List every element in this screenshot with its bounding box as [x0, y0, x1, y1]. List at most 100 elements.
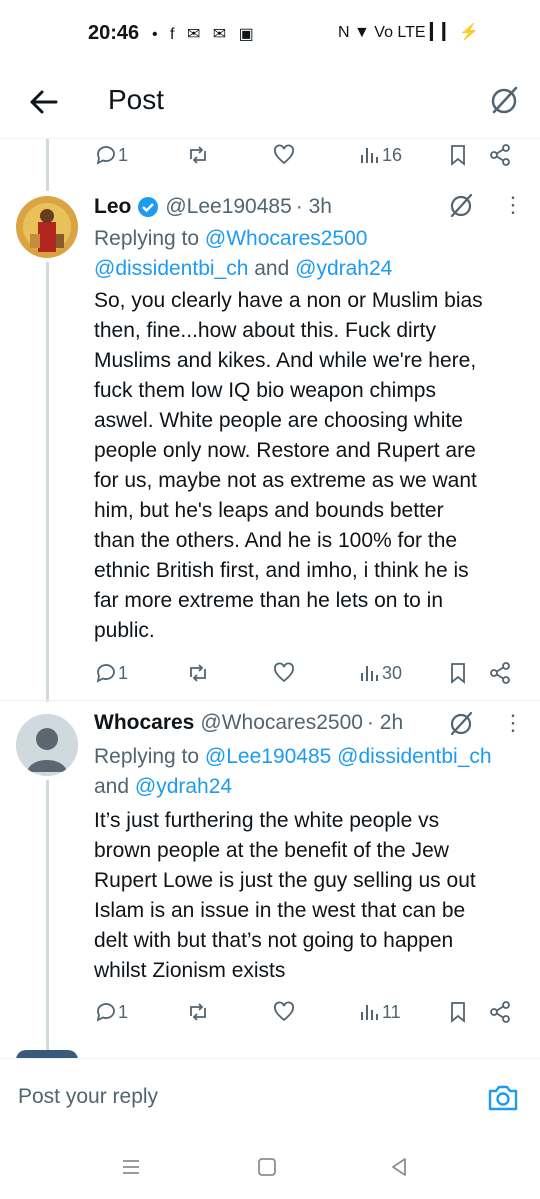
grok-icon	[450, 711, 473, 736]
grok-button[interactable]	[486, 82, 522, 118]
bookmark-icon	[451, 145, 465, 166]
tweet-text: It’s just furthering the white people vs…	[94, 806, 524, 986]
action-bar: 1 30	[94, 655, 524, 691]
repost-icon	[190, 146, 206, 164]
camera-icon	[488, 1085, 518, 1111]
replying-to-label: Replying to	[94, 227, 200, 250]
repost-button[interactable]	[186, 994, 210, 1030]
like-button[interactable]	[272, 137, 296, 173]
action-bar: 1 11	[94, 994, 524, 1030]
tweet-line: Muslims and kikes. And while we're here,	[94, 349, 477, 372]
reply-button[interactable]: 1	[94, 994, 128, 1030]
mention-link[interactable]: @ydrah24	[295, 257, 392, 280]
grok-button[interactable]	[446, 190, 476, 220]
repost-icon	[190, 664, 206, 682]
bookmark-button[interactable]	[446, 994, 470, 1030]
heart-icon	[274, 662, 294, 683]
reply-button[interactable]: 1	[94, 137, 128, 173]
author-name[interactable]: Leo	[94, 195, 131, 219]
recents-icon[interactable]	[120, 1156, 142, 1178]
tweet-line: Rupert Lowe is just the guy selling us o…	[94, 869, 476, 892]
views-icon	[361, 148, 378, 163]
tweet-line: than the others. And he is 100% for the	[94, 529, 458, 552]
share-icon	[490, 662, 510, 684]
bookmark-button[interactable]	[446, 137, 470, 173]
verified-badge-icon	[138, 197, 159, 217]
views-icon	[361, 666, 378, 681]
home-icon[interactable]	[256, 1156, 278, 1178]
notification-icons: • f ✉ ✉ ▣	[152, 26, 258, 43]
thread-line	[46, 780, 49, 1058]
share-icon	[490, 144, 510, 166]
tweet-line: people only now. Restore and Rupert are	[94, 439, 476, 462]
author-handle[interactable]: @Lee190485	[165, 195, 291, 219]
share-button[interactable]	[488, 994, 512, 1030]
repost-button[interactable]	[186, 655, 210, 691]
reply-button[interactable]: 1	[94, 655, 128, 691]
back-nav-icon[interactable]	[388, 1156, 410, 1178]
more-icon: ⋮	[502, 710, 524, 735]
more-options-button[interactable]: ⋮	[502, 192, 524, 218]
author-name[interactable]: Whocares	[94, 711, 194, 735]
heart-icon	[274, 144, 294, 165]
avatar[interactable]	[16, 714, 78, 776]
replying-to-and: and	[254, 257, 290, 280]
reply-icon	[96, 146, 115, 165]
tweet-line: whilst Zionism exists	[94, 959, 286, 982]
replying-to-and: and	[94, 775, 130, 798]
tweet-header: Leo @Lee190485 · 3h	[94, 192, 332, 222]
views-count: 30	[382, 662, 403, 683]
grok-icon	[450, 193, 473, 218]
action-bar: 1 16	[94, 137, 524, 173]
tweet-line: him, but he's leaps and bounds better	[94, 499, 444, 522]
mention-link[interactable]: @Whocares2500	[205, 227, 368, 250]
replying-to-label: Replying to	[94, 745, 200, 768]
mention-link[interactable]: @Lee190485 @dissidentbi_ch	[205, 745, 492, 768]
back-arrow-icon	[30, 90, 58, 114]
camera-button[interactable]	[486, 1081, 520, 1115]
views-button[interactable]: 16	[358, 137, 402, 173]
reply-input[interactable]: Post your reply	[18, 1085, 158, 1109]
views-button[interactable]: 30	[358, 655, 402, 691]
tweet-line: So, you clearly have a non or Muslim bia…	[94, 289, 483, 312]
repost-icon	[190, 1003, 206, 1021]
reply-count: 1	[118, 662, 129, 683]
views-count: 16	[382, 144, 403, 165]
heart-icon	[274, 1001, 294, 1022]
tweet-line: public.	[94, 619, 155, 642]
repost-button[interactable]	[186, 137, 210, 173]
tweet-line: Islam is an issue in the west that can b…	[94, 899, 466, 922]
divider	[0, 700, 540, 701]
tweet-line: delt with but that’s not going to happen	[94, 929, 454, 952]
share-button[interactable]	[488, 137, 512, 173]
mention-link[interactable]: @ydrah24	[135, 775, 232, 798]
avatar[interactable]	[16, 196, 78, 258]
mention-link[interactable]: @dissidentbi_ch	[94, 257, 248, 280]
like-button[interactable]	[272, 994, 296, 1030]
more-icon: ⋮	[502, 192, 524, 217]
share-icon	[490, 1001, 510, 1023]
default-avatar-icon	[16, 714, 78, 776]
tweet-header: Whocares @Whocares2500 · 2h	[94, 708, 403, 738]
tweet-line: It’s just furthering the white people vs	[94, 809, 440, 832]
back-button[interactable]	[24, 82, 64, 122]
status-time: 20:46	[88, 22, 140, 44]
system-icons: N ▼ Vo LTE ▎▎ ⚡	[338, 24, 479, 41]
bookmark-icon	[451, 663, 465, 684]
post-time: · 3h	[295, 195, 332, 218]
reply-composer: Post your reply	[0, 1058, 540, 1139]
author-handle[interactable]: @Whocares2500	[200, 711, 363, 735]
grok-icon	[491, 86, 518, 114]
more-options-button[interactable]: ⋮	[502, 710, 524, 736]
views-icon	[361, 1005, 378, 1020]
reply-icon	[96, 664, 115, 683]
bookmark-button[interactable]	[446, 655, 470, 691]
views-button[interactable]: 11	[358, 994, 401, 1030]
views-count: 11	[382, 1001, 401, 1022]
tweet-line: far more extreme than he lets on to in	[94, 589, 444, 612]
like-button[interactable]	[272, 655, 296, 691]
share-button[interactable]	[488, 655, 512, 691]
tweet-line: then, fine...how about this. Fuck dirty	[94, 319, 437, 342]
grok-button[interactable]	[446, 708, 476, 738]
tweet-line: fuck them low IQ bio weapon chimps	[94, 379, 436, 402]
